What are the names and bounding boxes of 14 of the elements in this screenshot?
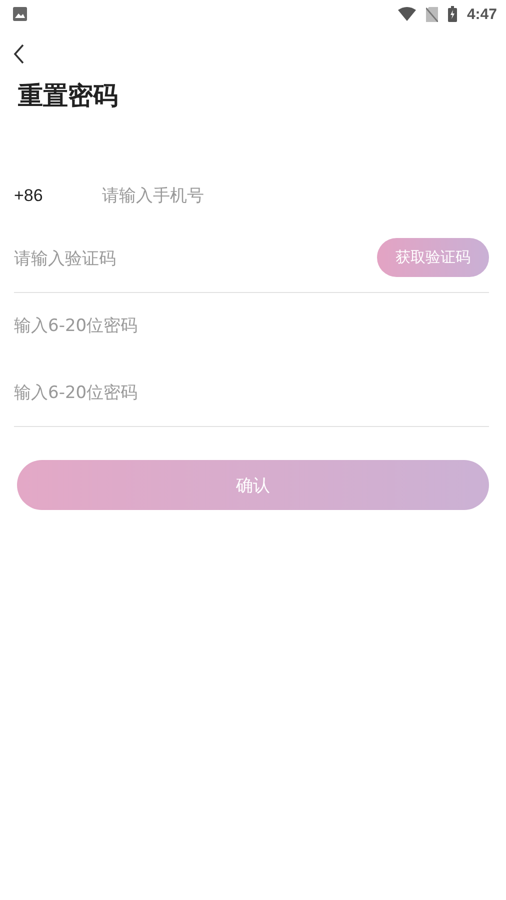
password-field[interactable]: 输入6-20位密码 <box>14 383 489 403</box>
image-icon <box>13 7 27 21</box>
status-time: 4:47 <box>466 6 497 22</box>
password-field[interactable]: 输入6-20位密码 <box>14 316 489 336</box>
get-code-button[interactable]: 获取验证码 <box>377 238 489 276</box>
confirm-button[interactable]: 确认 <box>17 460 489 510</box>
code-field[interactable]: 请输入验证码 <box>14 249 377 269</box>
page-title: 重置密码 <box>18 80 119 112</box>
back-icon[interactable] <box>13 44 25 64</box>
country-code[interactable]: +86 <box>14 186 102 206</box>
battery-icon <box>448 6 457 22</box>
phone-field[interactable]: 请输入手机号 <box>102 186 489 206</box>
no-sim-icon <box>426 6 438 22</box>
wifi-icon <box>398 7 416 21</box>
